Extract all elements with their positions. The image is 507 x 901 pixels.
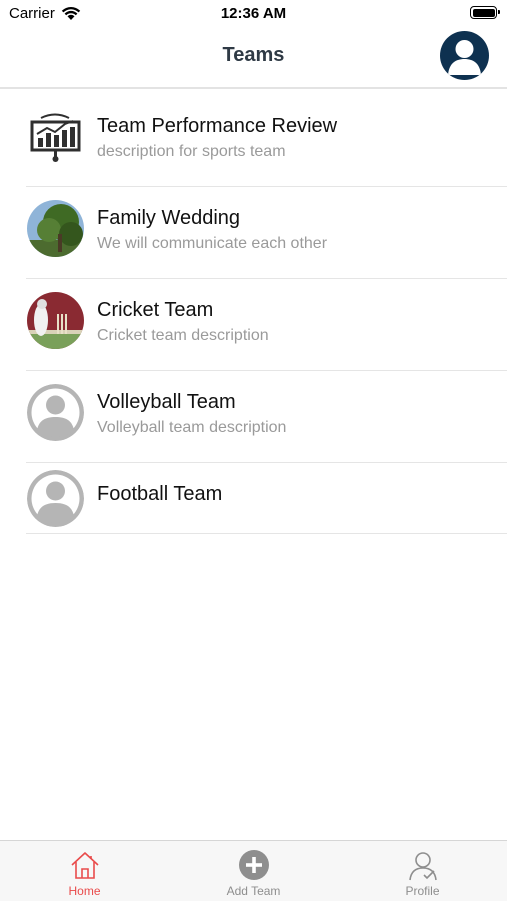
- team-description: We will communicate each other: [97, 235, 328, 252]
- battery-icon: [470, 6, 500, 19]
- team-row-family-wedding[interactable]: Family Wedding We will communicate each …: [26, 187, 507, 279]
- team-row-performance-review[interactable]: Team Performance Review description for …: [26, 95, 507, 187]
- status-bar: Carrier 12:36 AM: [0, 0, 507, 28]
- tab-bar: Home Add Team Profile: [0, 840, 507, 901]
- tab-add-team[interactable]: Add Team: [169, 841, 338, 901]
- plus-circle-icon: [239, 850, 269, 880]
- team-name: Family Wedding: [97, 207, 241, 229]
- default-avatar-icon: [27, 470, 84, 527]
- team-name: Football Team: [97, 483, 223, 505]
- status-time: 12:36 AM: [220, 5, 287, 22]
- team-description: description for sports team: [97, 143, 286, 160]
- team-description: Cricket team description: [97, 327, 269, 344]
- team-name: Cricket Team: [97, 299, 214, 321]
- profile-icon: [409, 852, 437, 881]
- tab-label: Profile: [405, 884, 440, 898]
- team-row-volleyball[interactable]: Volleyball Team Volleyball team descript…: [26, 371, 507, 463]
- chart-presentation-icon: [27, 108, 84, 165]
- tab-label: Home: [68, 884, 101, 898]
- team-description: Volleyball team description: [97, 419, 287, 436]
- tab-profile[interactable]: Profile: [338, 841, 507, 901]
- home-icon: [71, 852, 99, 879]
- default-avatar-icon: [27, 384, 84, 441]
- team-list: Team Performance Review description for …: [0, 95, 507, 534]
- tree-photo: [27, 200, 84, 257]
- team-row-football[interactable]: Football Team: [26, 463, 507, 534]
- team-name: Team Performance Review: [97, 115, 338, 137]
- page-title: Teams: [222, 44, 285, 66]
- user-avatar-button[interactable]: [440, 31, 489, 80]
- cricket-photo: [27, 292, 84, 349]
- team-row-cricket[interactable]: Cricket Team Cricket team description: [26, 279, 507, 371]
- team-name: Volleyball Team: [97, 391, 236, 413]
- navigation-bar: Teams: [0, 28, 507, 89]
- tab-label: Add Team: [226, 884, 281, 898]
- tab-home[interactable]: Home: [0, 841, 169, 901]
- user-avatar-icon: [448, 40, 481, 75]
